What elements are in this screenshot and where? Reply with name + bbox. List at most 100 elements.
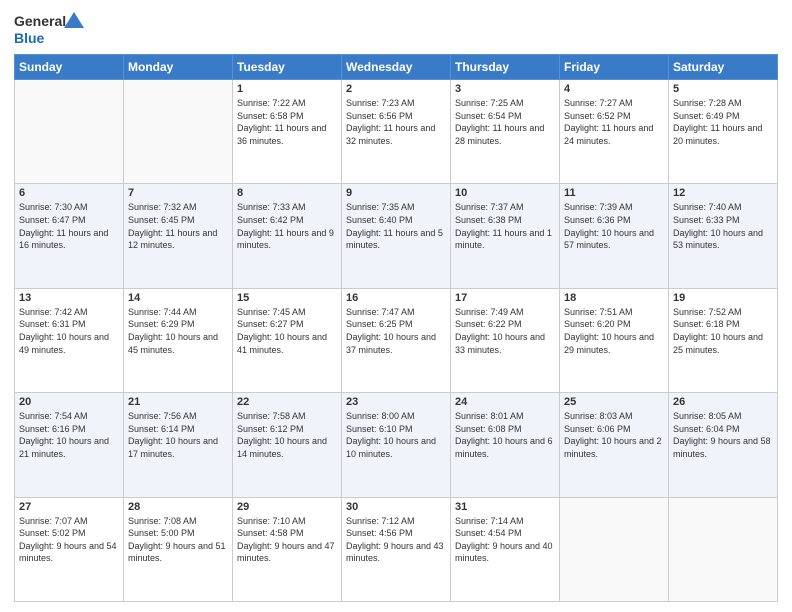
cell-info: Sunrise: 7:56 AMSunset: 6:14 PMDaylight:… <box>128 410 228 460</box>
calendar-cell: 15 Sunrise: 7:45 AMSunset: 6:27 PMDayligh… <box>233 288 342 392</box>
calendar-cell: 28 Sunrise: 7:08 AMSunset: 5:00 PMDayligh… <box>124 497 233 601</box>
calendar-cell: 6 Sunrise: 7:30 AMSunset: 6:47 PMDaylight… <box>15 184 124 288</box>
calendar-cell: 10 Sunrise: 7:37 AMSunset: 6:38 PMDayligh… <box>451 184 560 288</box>
day-number: 10 <box>455 187 555 199</box>
day-header: Friday <box>560 55 669 80</box>
cell-info: Sunrise: 7:12 AMSunset: 4:56 PMDaylight:… <box>346 515 446 565</box>
day-number: 24 <box>455 396 555 408</box>
calendar-cell: 9 Sunrise: 7:35 AMSunset: 6:40 PMDaylight… <box>342 184 451 288</box>
calendar-cell: 20 Sunrise: 7:54 AMSunset: 6:16 PMDayligh… <box>15 393 124 497</box>
day-number: 9 <box>346 187 446 199</box>
calendar-cell: 31 Sunrise: 7:14 AMSunset: 4:54 PMDayligh… <box>451 497 560 601</box>
calendar-cell <box>669 497 778 601</box>
header: General Blue <box>14 10 778 48</box>
cell-info: Sunrise: 7:47 AMSunset: 6:25 PMDaylight:… <box>346 306 446 356</box>
cell-info: Sunrise: 7:32 AMSunset: 6:45 PMDaylight:… <box>128 201 228 251</box>
day-number: 16 <box>346 292 446 304</box>
day-header: Thursday <box>451 55 560 80</box>
cell-info: Sunrise: 7:27 AMSunset: 6:52 PMDaylight:… <box>564 97 664 147</box>
calendar-cell: 16 Sunrise: 7:47 AMSunset: 6:25 PMDayligh… <box>342 288 451 392</box>
day-number: 11 <box>564 187 664 199</box>
day-number: 17 <box>455 292 555 304</box>
day-number: 8 <box>237 187 337 199</box>
calendar-cell: 7 Sunrise: 7:32 AMSunset: 6:45 PMDaylight… <box>124 184 233 288</box>
cell-info: Sunrise: 7:49 AMSunset: 6:22 PMDaylight:… <box>455 306 555 356</box>
calendar-cell: 24 Sunrise: 8:01 AMSunset: 6:08 PMDayligh… <box>451 393 560 497</box>
calendar-cell: 2 Sunrise: 7:23 AMSunset: 6:56 PMDaylight… <box>342 80 451 184</box>
svg-text:General: General <box>14 13 66 29</box>
calendar-cell: 5 Sunrise: 7:28 AMSunset: 6:49 PMDaylight… <box>669 80 778 184</box>
cell-info: Sunrise: 7:30 AMSunset: 6:47 PMDaylight:… <box>19 201 119 251</box>
day-header: Sunday <box>15 55 124 80</box>
cell-info: Sunrise: 7:22 AMSunset: 6:58 PMDaylight:… <box>237 97 337 147</box>
page: General Blue SundayMondayTuesdayWednesda… <box>0 0 792 612</box>
calendar-cell: 23Sunrise: 8:00 AMSunset: 6:10 PMDayligh… <box>342 393 451 497</box>
day-number: 23 <box>346 396 446 408</box>
logo-svg: General Blue <box>14 10 84 48</box>
cell-info: Sunrise: 7:51 AMSunset: 6:20 PMDaylight:… <box>564 306 664 356</box>
day-number: 2 <box>346 83 446 95</box>
cell-info: Sunrise: 7:33 AMSunset: 6:42 PMDaylight:… <box>237 201 337 251</box>
calendar-cell <box>15 80 124 184</box>
day-number: 6 <box>19 187 119 199</box>
day-number: 5 <box>673 83 773 95</box>
cell-info: Sunrise: 8:03 AMSunset: 6:06 PMDaylight:… <box>564 410 664 460</box>
cell-info: Sunrise: 7:10 AMSunset: 4:58 PMDaylight:… <box>237 515 337 565</box>
calendar-cell: 4 Sunrise: 7:27 AMSunset: 6:52 PMDaylight… <box>560 80 669 184</box>
day-number: 29 <box>237 501 337 513</box>
day-number: 1 <box>237 83 337 95</box>
cell-info: Sunrise: 7:25 AMSunset: 6:54 PMDaylight:… <box>455 97 555 147</box>
day-number: 18 <box>564 292 664 304</box>
day-number: 28 <box>128 501 228 513</box>
calendar-cell: 1 Sunrise: 7:22 AMSunset: 6:58 PMDaylight… <box>233 80 342 184</box>
calendar-table: SundayMondayTuesdayWednesdayThursdayFrid… <box>14 54 778 602</box>
cell-info: Sunrise: 7:40 AMSunset: 6:33 PMDaylight:… <box>673 201 773 251</box>
day-number: 15 <box>237 292 337 304</box>
calendar-cell <box>560 497 669 601</box>
cell-info: Sunrise: 7:44 AMSunset: 6:29 PMDaylight:… <box>128 306 228 356</box>
cell-info: Sunrise: 8:05 AMSunset: 6:04 PMDaylight:… <box>673 410 773 460</box>
day-number: 3 <box>455 83 555 95</box>
day-number: 21 <box>128 396 228 408</box>
day-number: 20 <box>19 396 119 408</box>
calendar-cell: 13 Sunrise: 7:42 AMSunset: 6:31 PMDayligh… <box>15 288 124 392</box>
calendar-cell: 3 Sunrise: 7:25 AMSunset: 6:54 PMDaylight… <box>451 80 560 184</box>
day-number: 30 <box>346 501 446 513</box>
calendar-cell: 11 Sunrise: 7:39 AMSunset: 6:36 PMDayligh… <box>560 184 669 288</box>
day-number: 12 <box>673 187 773 199</box>
day-number: 7 <box>128 187 228 199</box>
cell-info: Sunrise: 7:35 AMSunset: 6:40 PMDaylight:… <box>346 201 446 251</box>
cell-info: Sunrise: 7:42 AMSunset: 6:31 PMDaylight:… <box>19 306 119 356</box>
calendar-cell: 8 Sunrise: 7:33 AMSunset: 6:42 PMDaylight… <box>233 184 342 288</box>
calendar-cell: 14 Sunrise: 7:44 AMSunset: 6:29 PMDayligh… <box>124 288 233 392</box>
day-number: 13 <box>19 292 119 304</box>
cell-info: Sunrise: 7:14 AMSunset: 4:54 PMDaylight:… <box>455 515 555 565</box>
calendar-cell: 12 Sunrise: 7:40 AMSunset: 6:33 PMDayligh… <box>669 184 778 288</box>
cell-info: Sunrise: 7:58 AMSunset: 6:12 PMDaylight:… <box>237 410 337 460</box>
calendar-cell: 30 Sunrise: 7:12 AMSunset: 4:56 PMDayligh… <box>342 497 451 601</box>
day-header: Saturday <box>669 55 778 80</box>
calendar-cell: 17 Sunrise: 7:49 AMSunset: 6:22 PMDayligh… <box>451 288 560 392</box>
day-header: Wednesday <box>342 55 451 80</box>
cell-info: Sunrise: 7:23 AMSunset: 6:56 PMDaylight:… <box>346 97 446 147</box>
svg-text:Blue: Blue <box>14 30 45 46</box>
cell-info: Sunrise: 7:28 AMSunset: 6:49 PMDaylight:… <box>673 97 773 147</box>
day-number: 14 <box>128 292 228 304</box>
day-number: 31 <box>455 501 555 513</box>
cell-info: Sunrise: 7:39 AMSunset: 6:36 PMDaylight:… <box>564 201 664 251</box>
cell-info: Sunrise: 7:54 AMSunset: 6:16 PMDaylight:… <box>19 410 119 460</box>
cell-info: Sunrise: 7:45 AMSunset: 6:27 PMDaylight:… <box>237 306 337 356</box>
calendar-cell: 26Sunrise: 8:05 AMSunset: 6:04 PMDayligh… <box>669 393 778 497</box>
calendar-cell: 25 Sunrise: 8:03 AMSunset: 6:06 PMDayligh… <box>560 393 669 497</box>
cell-info: Sunrise: 7:52 AMSunset: 6:18 PMDaylight:… <box>673 306 773 356</box>
calendar-cell <box>124 80 233 184</box>
day-number: 4 <box>564 83 664 95</box>
cell-info: Sunrise: 7:37 AMSunset: 6:38 PMDaylight:… <box>455 201 555 251</box>
calendar-cell: 22Sunrise: 7:58 AMSunset: 6:12 PMDayligh… <box>233 393 342 497</box>
cell-info: Sunrise: 7:08 AMSunset: 5:00 PMDaylight:… <box>128 515 228 565</box>
day-number: 27 <box>19 501 119 513</box>
cell-info: Sunrise: 8:01 AMSunset: 6:08 PMDaylight:… <box>455 410 555 460</box>
cell-info: Sunrise: 7:07 AMSunset: 5:02 PMDaylight:… <box>19 515 119 565</box>
day-number: 25 <box>564 396 664 408</box>
calendar-cell: 21 Sunrise: 7:56 AMSunset: 6:14 PMDayligh… <box>124 393 233 497</box>
